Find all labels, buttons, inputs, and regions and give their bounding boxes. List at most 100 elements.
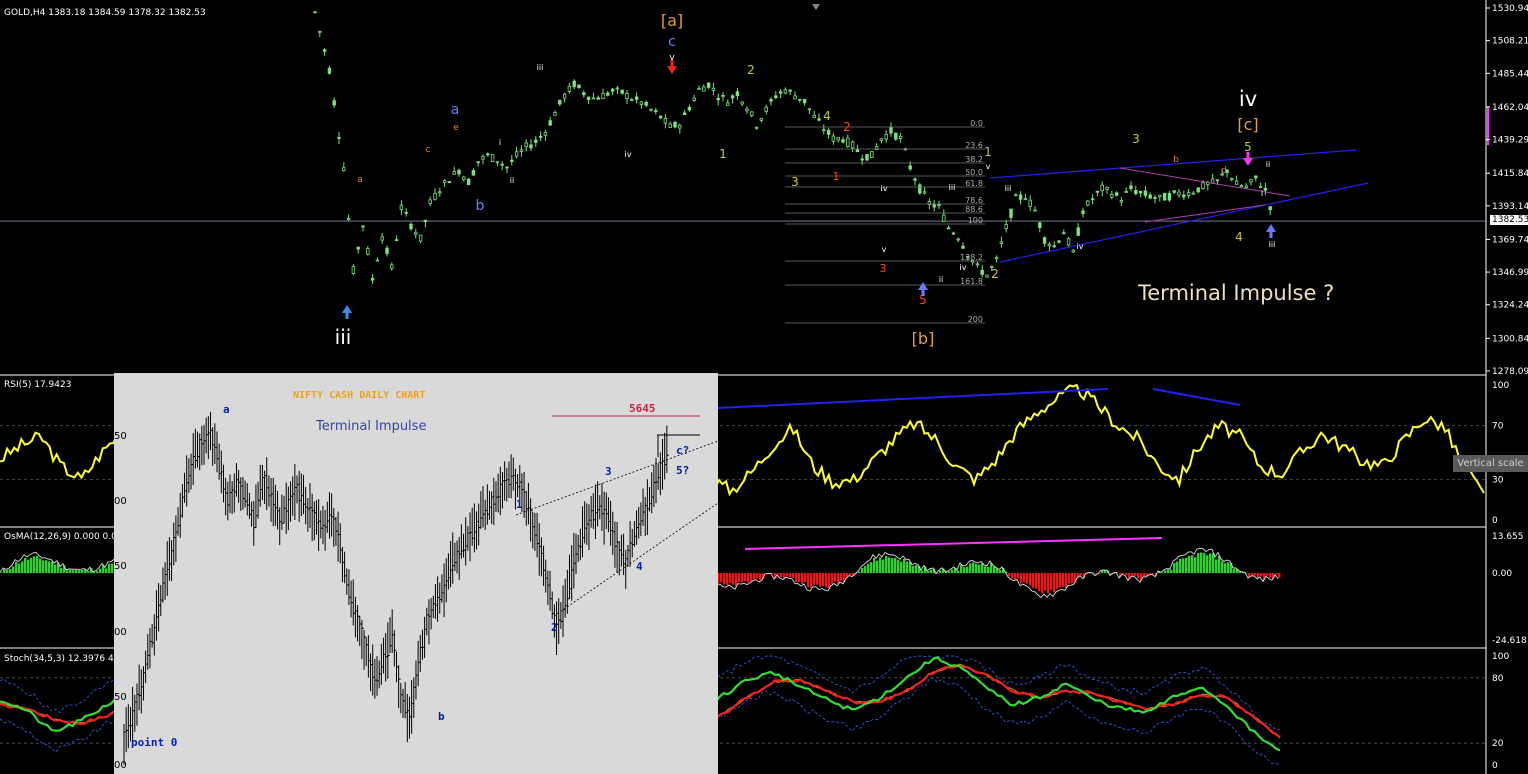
osma-bar [1017, 573, 1020, 579]
osma-bar [1191, 555, 1194, 574]
osma-bar [1014, 573, 1017, 580]
candle-body [414, 232, 418, 235]
candle-body [1201, 182, 1205, 190]
osma-bar [54, 564, 57, 574]
candle-body [418, 234, 423, 242]
candle-body [745, 108, 749, 112]
osma-bar [24, 557, 27, 574]
osma-bar [48, 561, 51, 574]
candle-body [1062, 232, 1066, 235]
osma-bar [969, 563, 972, 574]
wave-label: i [499, 138, 501, 147]
osma-bar [1068, 573, 1071, 584]
osma-bar [1203, 552, 1206, 574]
osma-bar [870, 562, 873, 574]
candle-body [543, 132, 548, 136]
candle-body [332, 100, 336, 106]
price-tick-label: 1485.44 [1492, 69, 1528, 79]
candle-body [826, 129, 831, 135]
candle-body [337, 137, 341, 140]
fib-level-label: 50.0 [965, 168, 983, 177]
candle-body [889, 127, 893, 134]
candle-body [366, 248, 370, 255]
candle-body [1105, 186, 1109, 190]
wave-label: [c] [1237, 115, 1258, 134]
osma-bar [1164, 570, 1167, 574]
candle-body [846, 137, 850, 147]
osma-bar [96, 571, 99, 574]
candle-body [582, 92, 586, 96]
candle-body [1095, 190, 1100, 193]
candle-body [462, 176, 466, 181]
osma-bar [927, 571, 930, 574]
nifty-wave-label: 4 [636, 560, 643, 573]
candle-body [1047, 243, 1052, 247]
candle-body [673, 121, 677, 128]
candle-body [788, 89, 792, 92]
candle-body [1086, 200, 1090, 206]
wave-label: 1 [833, 170, 840, 183]
candle-body [1234, 180, 1239, 185]
rsi-tick-label: 30 [1492, 476, 1504, 486]
candle-body [918, 184, 922, 194]
candle-body [433, 193, 437, 200]
osma-bar [1053, 573, 1056, 593]
osma-bar [891, 558, 894, 574]
osma-bar [789, 573, 792, 578]
arrow-icon [1266, 224, 1276, 238]
candle-body [524, 142, 528, 148]
osma-bar [897, 559, 900, 574]
osma-bar [1020, 573, 1023, 584]
osma-bar [801, 573, 804, 584]
candle-body [572, 80, 576, 88]
candle-body [898, 135, 903, 139]
fib-level-label: 88.6 [965, 205, 983, 214]
osma-bar [1104, 570, 1107, 574]
osma-bar [1029, 573, 1032, 586]
osma-bar [1062, 573, 1065, 587]
osma-trendline [744, 537, 1163, 550]
osma-bar [1023, 573, 1026, 583]
price-tick-label: 1462.04 [1492, 103, 1528, 113]
osma-bar [759, 573, 762, 581]
nifty-wave-label: 2 [551, 621, 558, 634]
wave-label: ii [939, 275, 943, 284]
candle-body [620, 89, 624, 94]
candle-body [1254, 175, 1258, 179]
osma-bar [51, 561, 54, 574]
osma-bar [105, 568, 108, 574]
candle-body [1196, 187, 1200, 193]
vertical-scale-button[interactable]: Vertical scale [1453, 455, 1528, 472]
nifty-wave-label: c? [676, 444, 689, 457]
osma-bar [93, 571, 96, 574]
candle-body [596, 97, 600, 100]
osma-bar [912, 565, 915, 574]
osma-bar [1125, 573, 1128, 576]
osma-bar [750, 573, 753, 582]
candle-body [778, 91, 783, 94]
osma-bar [81, 569, 84, 574]
candle-body [1138, 190, 1143, 194]
candle-body [601, 93, 605, 100]
candle-body [817, 118, 821, 121]
osma-bar [819, 573, 822, 587]
candle-body [721, 94, 725, 97]
wave-label: 4 [823, 109, 831, 123]
wave-label: 3 [791, 175, 799, 189]
price-tick-label: 1369.74 [1492, 235, 1528, 245]
candle-body [534, 139, 538, 143]
wave-label: iv [625, 150, 632, 159]
osma-bar [1143, 573, 1146, 577]
osma-bar [834, 573, 837, 582]
candle-body [764, 106, 768, 112]
osma-bar [1026, 573, 1029, 584]
candle-body [562, 93, 567, 99]
osma-bar [27, 559, 30, 574]
fib-level-label: 138.2 [960, 253, 983, 262]
rsi-tick-label: 70 [1492, 422, 1504, 432]
wave-label: c [426, 145, 431, 155]
nifty-tick-label: 50 [114, 561, 127, 572]
candle-body [999, 241, 1004, 244]
osma-bar [837, 573, 840, 584]
candle-body [1191, 192, 1196, 195]
